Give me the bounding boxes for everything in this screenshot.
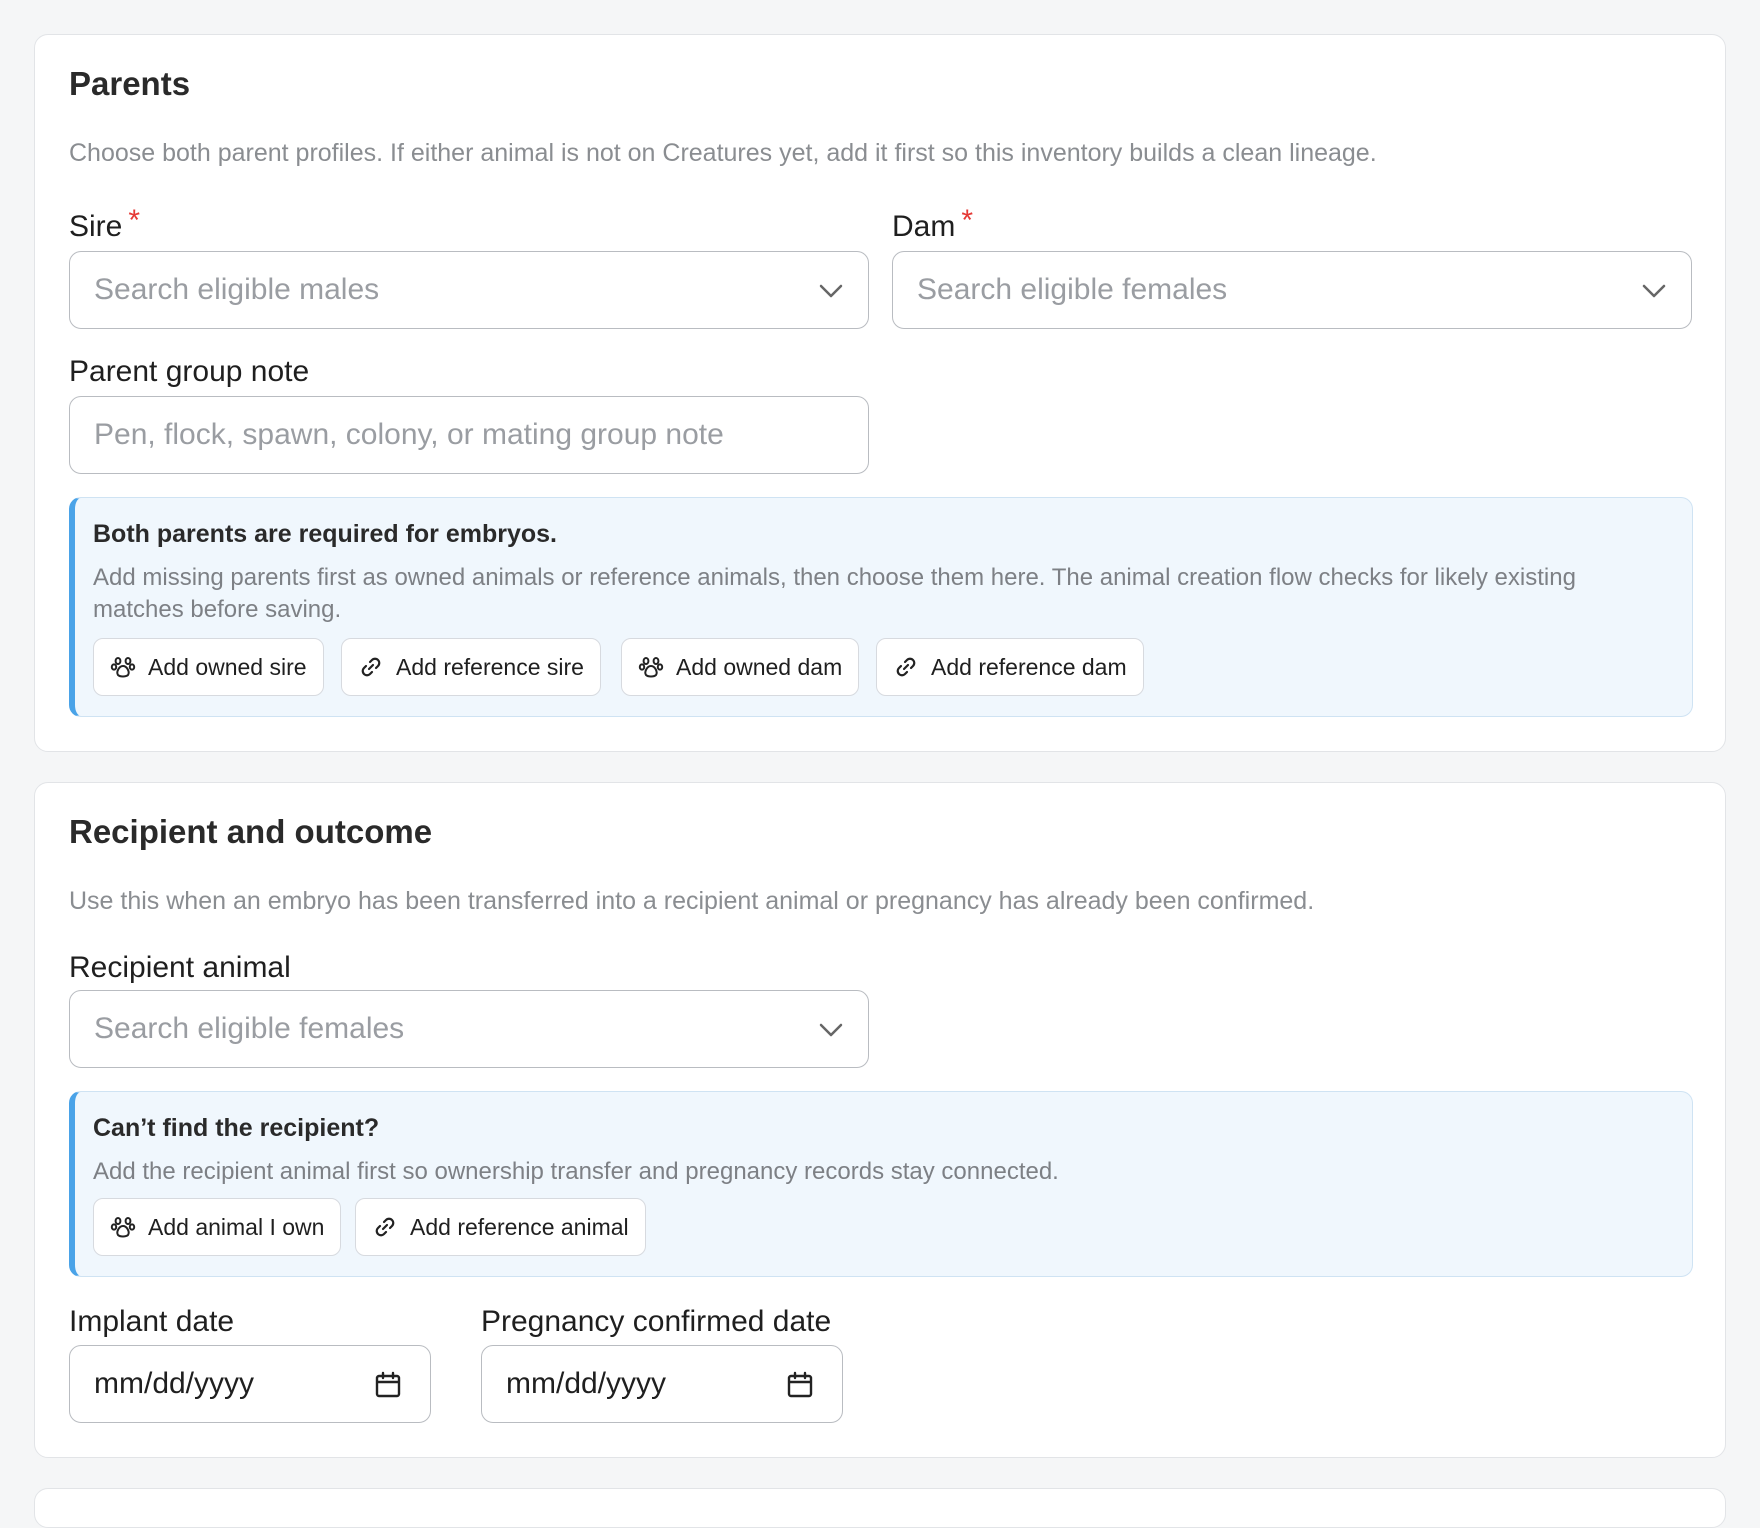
parents-title: Parents — [69, 65, 191, 102]
sire-label: Sire * — [69, 204, 140, 244]
sire-label-text: Sire — [69, 210, 123, 243]
pregnancy-date-label: Pregnancy confirmed date — [481, 1305, 832, 1338]
implant-date-label: Implant date — [69, 1305, 235, 1338]
pregnancy-date-input[interactable]: mm/dd/yyyy — [481, 1345, 843, 1423]
parents-required-callout: Both parents are required for embryos. A… — [69, 497, 1693, 717]
add-owned-dam-label: Add owned dam — [676, 653, 843, 680]
sire-select[interactable]: Search eligible males — [69, 251, 869, 329]
dam-select[interactable]: Search eligible females — [892, 251, 1692, 329]
recipient-callout: Can’t find the recipient? Add the recipi… — [69, 1091, 1693, 1277]
paw-icon — [110, 657, 136, 678]
link-icon — [375, 1217, 395, 1237]
add-reference-sire-button[interactable]: Add reference sire — [341, 638, 601, 696]
group-note-placeholder: Pen, flock, spawn, colony, or mating gro… — [94, 418, 724, 451]
paw-icon — [110, 1217, 136, 1238]
add-reference-animal-label: Add reference animal — [410, 1213, 629, 1240]
recipient-animal-label: Recipient animal — [69, 951, 291, 984]
pregnancy-date-value: mm/dd/yyyy — [506, 1367, 667, 1400]
chevron-down-icon — [819, 1023, 843, 1037]
paw-icon — [638, 657, 664, 678]
implant-date-value: mm/dd/yyyy — [94, 1367, 255, 1400]
recipient-callout-title: Can’t find the recipient? — [93, 1114, 380, 1142]
add-reference-dam-button[interactable]: Add reference dam — [876, 638, 1144, 696]
recipient-description: Use this when an embryo has been transfe… — [69, 887, 1315, 915]
next-section-card — [34, 1488, 1726, 1528]
add-reference-animal-button[interactable]: Add reference animal — [355, 1198, 646, 1256]
dam-required-mark: * — [961, 204, 974, 237]
add-owned-sire-button[interactable]: Add owned sire — [93, 638, 324, 696]
implant-date-input[interactable]: mm/dd/yyyy — [69, 1345, 431, 1423]
recipient-callout-text: Add the recipient animal first so owners… — [93, 1158, 1059, 1185]
recipient-placeholder: Search eligible females — [94, 1012, 405, 1045]
parents-description: Choose both parent profiles. If either a… — [69, 139, 1377, 167]
link-icon — [361, 657, 381, 677]
group-note-input[interactable]: Pen, flock, spawn, colony, or mating gro… — [69, 396, 869, 474]
recipient-select[interactable]: Search eligible females — [69, 990, 869, 1068]
callout-title: Both parents are required for embryos. — [93, 520, 558, 548]
recipient-card: Recipient and outcome Use this when an e… — [34, 782, 1726, 1458]
add-owned-sire-label: Add owned sire — [148, 653, 307, 680]
add-reference-dam-label: Add reference dam — [931, 653, 1127, 680]
sire-placeholder: Search eligible males — [94, 273, 380, 306]
sire-required-mark: * — [128, 204, 141, 237]
dam-placeholder: Search eligible females — [917, 273, 1228, 306]
calendar-icon[interactable] — [786, 1370, 814, 1400]
add-reference-sire-label: Add reference sire — [396, 653, 584, 680]
add-animal-i-own-label: Add animal I own — [148, 1213, 325, 1240]
link-icon — [896, 657, 916, 677]
recipient-title: Recipient and outcome — [69, 813, 433, 850]
chevron-down-icon — [819, 284, 843, 298]
dam-label: Dam * — [892, 204, 973, 244]
dam-label-text: Dam — [892, 210, 956, 243]
chevron-down-icon — [1642, 284, 1666, 298]
group-note-label: Parent group note — [69, 355, 310, 388]
callout-text: Add missing parents first as owned anima… — [93, 564, 1576, 623]
calendar-icon[interactable] — [374, 1370, 402, 1400]
add-owned-dam-button[interactable]: Add owned dam — [621, 638, 860, 696]
parents-card: Parents Choose both parent profiles. If … — [34, 34, 1726, 752]
add-animal-i-own-button[interactable]: Add animal I own — [93, 1198, 342, 1256]
